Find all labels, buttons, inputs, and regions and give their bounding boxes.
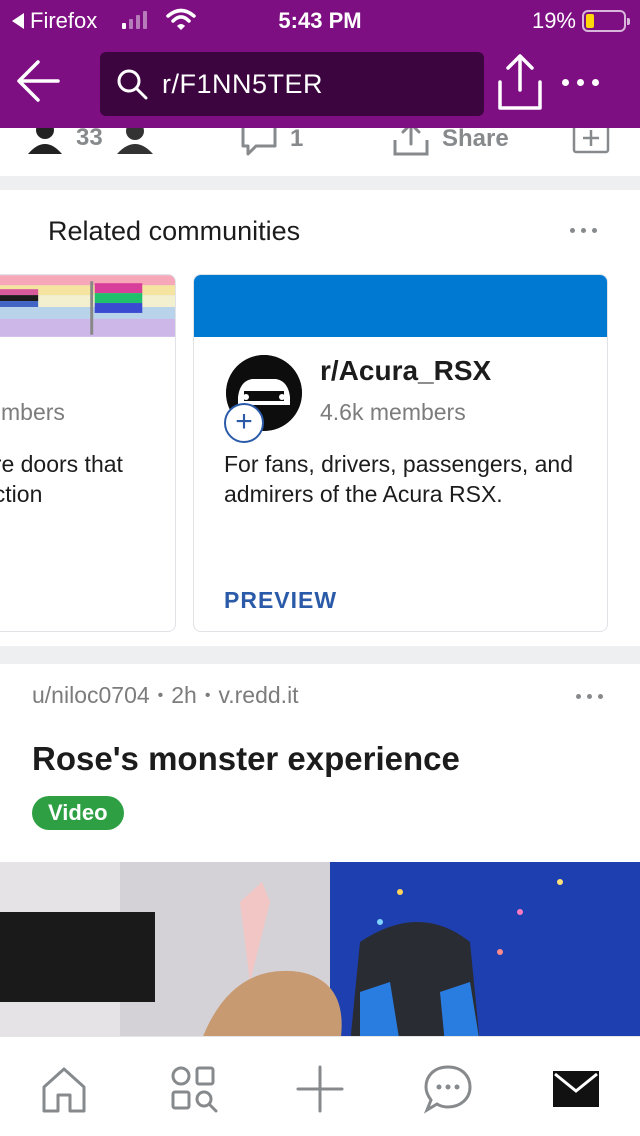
post-card[interactable]: u/niloc0704 • 2h • v.redd.it Rose's mons… — [0, 664, 640, 1044]
vote-count: 33 — [76, 124, 103, 151]
discover-icon[interactable] — [168, 1063, 220, 1115]
battery-percent: 19% — [531, 8, 576, 33]
community-name: r/Acura_RSX — [320, 355, 492, 386]
comment-count: 1 — [290, 125, 304, 152]
community-members: 4.6k members — [320, 399, 466, 425]
pride-flags-banner — [0, 275, 175, 337]
nav-bar: r/F1NN5TER — [0, 42, 640, 128]
preview-button[interactable]: PREVIEW — [224, 587, 337, 614]
join-community-button[interactable]: + — [224, 403, 264, 443]
post-flair: Video — [32, 796, 124, 830]
more-options-icon[interactable] — [562, 70, 606, 94]
search-bar[interactable]: r/F1NN5TER — [100, 52, 484, 116]
community-card[interactable]: mbers are doors that ection — [0, 274, 176, 632]
share-label: Share — [442, 125, 509, 152]
community-card-acura-rsx[interactable]: + r/Acura_RSX 4.6k members For fans, dri… — [193, 274, 608, 632]
back-arrow-icon[interactable] — [14, 56, 64, 106]
chat-icon[interactable] — [422, 1063, 474, 1115]
post-more-options-icon[interactable] — [576, 694, 603, 699]
app-screen: Firefox 5:43 PM 19% r/F1NN5TER 33 1 Shar… — [0, 0, 640, 1136]
home-icon[interactable] — [38, 1063, 90, 1115]
community-description: are doors that ection — [0, 451, 123, 507]
search-input[interactable]: r/F1NN5TER — [162, 69, 323, 100]
video-thumbnail[interactable] — [0, 862, 640, 1044]
inbox-icon[interactable] — [550, 1063, 602, 1115]
post-author[interactable]: u/niloc0704 — [32, 682, 150, 709]
community-banner — [194, 275, 607, 337]
community-description: For fans, drivers, passengers, and admir… — [224, 451, 573, 507]
create-post-icon[interactable] — [294, 1063, 346, 1115]
bottom-tab-bar — [0, 1036, 640, 1136]
related-communities-section: Related communities mbers ar — [0, 190, 640, 646]
post-title[interactable]: Rose's monster experience — [32, 740, 460, 778]
top-header: Firefox 5:43 PM 19% r/F1NN5TER — [0, 0, 640, 128]
post-domain[interactable]: v.redd.it — [218, 682, 298, 709]
status-bar: Firefox 5:43 PM 19% — [0, 0, 640, 42]
battery-icon — [582, 10, 630, 32]
more-options-icon[interactable] — [570, 228, 597, 233]
post-meta: u/niloc0704 • 2h • v.redd.it — [32, 682, 299, 709]
community-members: mbers — [1, 399, 65, 425]
section-title: Related communities — [48, 216, 301, 246]
post-age: 2h — [171, 682, 197, 708]
search-icon — [117, 69, 148, 100]
share-icon[interactable] — [494, 52, 546, 112]
